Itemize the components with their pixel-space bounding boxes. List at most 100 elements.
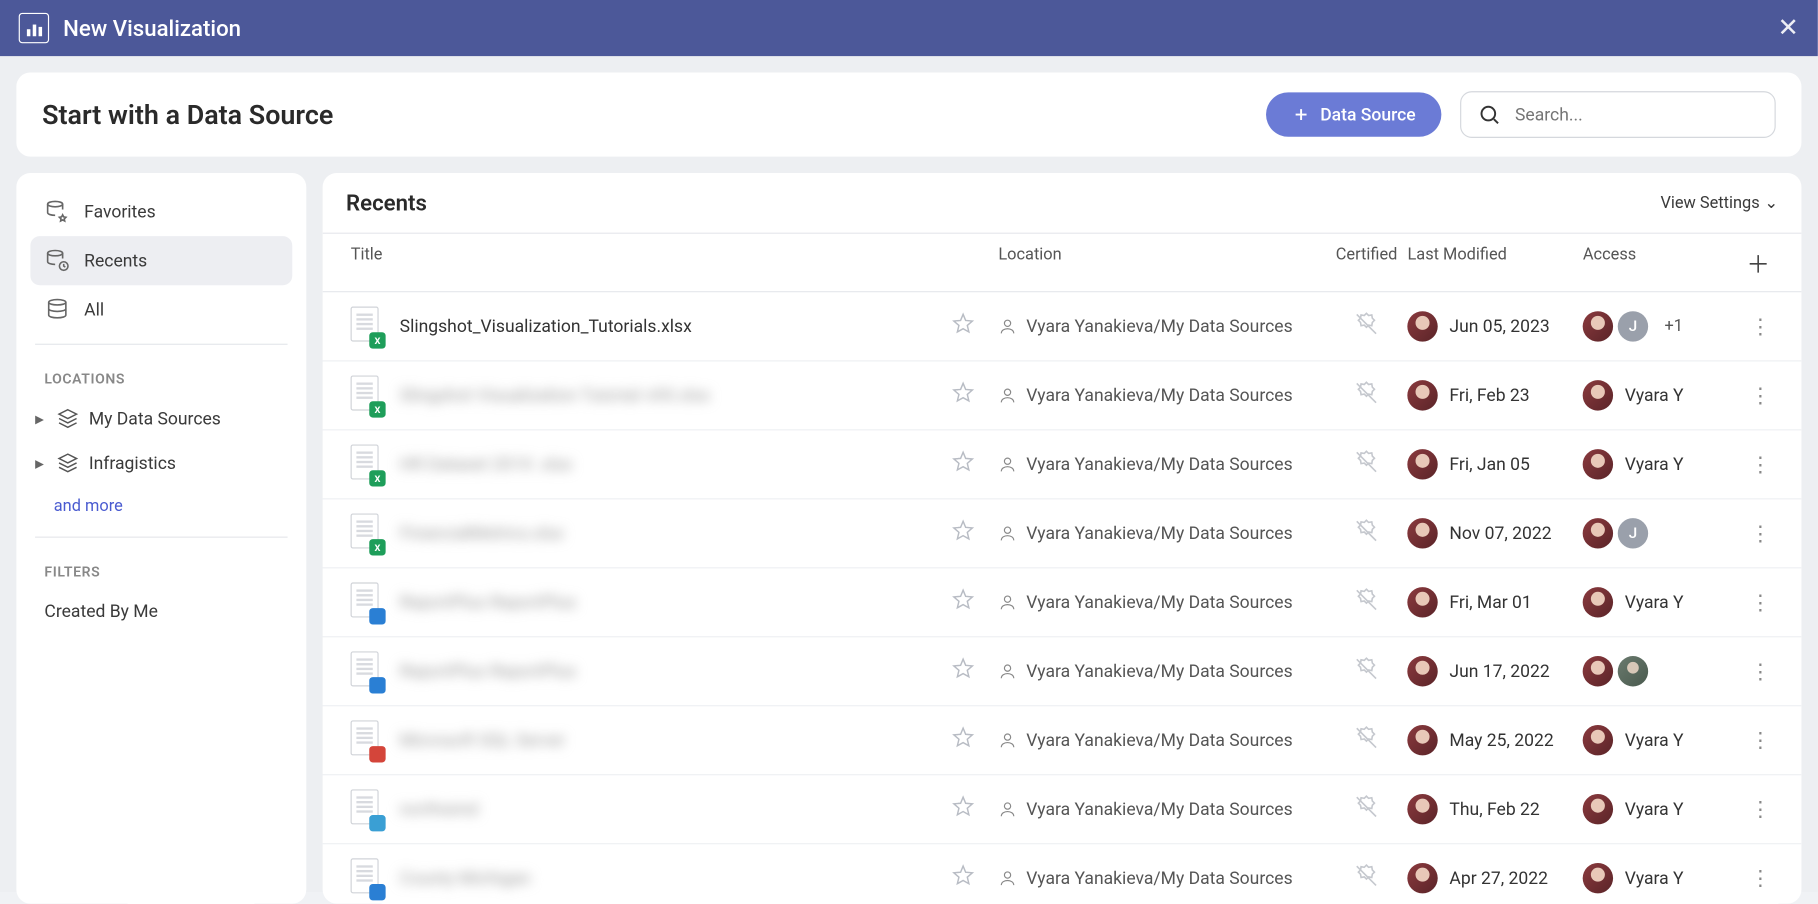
star-icon[interactable] [952, 795, 975, 818]
person-icon [998, 524, 1017, 543]
avatar [1407, 380, 1437, 410]
row-last-modified: Apr 27, 2022 [1407, 863, 1582, 893]
col-last-modified[interactable]: Last Modified [1407, 245, 1582, 279]
row-certified [1326, 587, 1408, 617]
table-row[interactable]: XFinancialMetrics.xlsxVyara Yanakieva/My… [323, 499, 1802, 568]
row-location: Vyara Yanakieva/My Data Sources [998, 316, 1325, 337]
file-name: HR Dataset 201X .xlsx [400, 454, 952, 475]
and-more-link[interactable]: and more [30, 485, 292, 527]
file-icon [351, 651, 384, 691]
row-access: Vyara Y [1583, 380, 1723, 410]
row-last-modified: Thu, Feb 22 [1407, 794, 1582, 824]
table-row[interactable]: XHR Dataset 201X .xlsxVyara Yanakieva/My… [323, 430, 1802, 499]
row-more-button[interactable]: ⋮ [1750, 866, 1770, 891]
avatar [1407, 863, 1437, 893]
star-icon[interactable] [952, 726, 975, 749]
file-icon [351, 720, 384, 760]
row-access: J+1 [1583, 311, 1723, 341]
table-row[interactable]: XSlingshot_Visualization_Tutorials.xlsxV… [323, 292, 1802, 361]
person-icon [998, 386, 1017, 405]
view-settings-label: View Settings [1660, 193, 1759, 212]
file-icon: X [351, 375, 384, 415]
col-location[interactable]: Location [998, 245, 1325, 279]
row-more-button[interactable]: ⋮ [1750, 590, 1770, 615]
search-input[interactable] [1515, 104, 1758, 125]
sidebar-recents-label: Recents [84, 250, 147, 271]
stack-icon [56, 451, 79, 474]
star-icon[interactable] [952, 381, 975, 404]
close-button[interactable]: ✕ [1778, 13, 1800, 42]
table-row[interactable]: Microsoft SQL ServerVyara Yanakieva/My D… [323, 706, 1802, 775]
star-icon[interactable] [952, 864, 975, 887]
file-name: ReportPlus ReportPlus [400, 660, 952, 681]
star-icon[interactable] [952, 450, 975, 473]
certified-off-icon [1354, 725, 1380, 751]
star-icon[interactable] [952, 519, 975, 542]
search-icon [1478, 103, 1501, 126]
sidebar-item-favorites[interactable]: Favorites [30, 187, 292, 236]
table-row[interactable]: ReportPlus ReportPlusVyara Yanakieva/My … [323, 637, 1802, 706]
sidebar-all-label: All [84, 299, 104, 320]
file-name: Microsoft SQL Server [400, 729, 952, 750]
row-last-modified: Fri, Jan 05 [1407, 449, 1582, 479]
star-icon[interactable] [952, 588, 975, 611]
row-certified [1326, 863, 1408, 893]
sidebar: Favorites Recents All LOCATIONS ▸ My Dat… [16, 173, 306, 904]
person-icon [998, 593, 1017, 612]
person-icon [998, 317, 1017, 336]
add-data-source-button[interactable]: Data Source [1266, 92, 1441, 136]
certified-off-icon [1354, 794, 1380, 820]
certified-off-icon [1354, 449, 1380, 475]
row-more-button[interactable]: ⋮ [1750, 797, 1770, 822]
col-certified[interactable]: Certified [1326, 245, 1408, 279]
file-icon: X [351, 444, 384, 484]
person-icon [998, 455, 1017, 474]
table-body: XSlingshot_Visualization_Tutorials.xlsxV… [323, 292, 1802, 903]
row-access: Vyara Y [1583, 449, 1723, 479]
table-row[interactable]: County MichiganVyara Yanakieva/My Data S… [323, 844, 1802, 904]
sidebar-item-recents[interactable]: Recents [30, 236, 292, 285]
row-location: Vyara Yanakieva/My Data Sources [998, 523, 1325, 544]
table-header: Title Location Certified Last Modified A… [323, 233, 1802, 293]
row-more-button[interactable]: ⋮ [1750, 452, 1770, 477]
avatar [1407, 449, 1437, 479]
person-icon [998, 869, 1017, 888]
row-more-button[interactable]: ⋮ [1750, 383, 1770, 408]
table-row[interactable]: northwindVyara Yanakieva/My Data Sources… [323, 775, 1802, 844]
tree-my-data-sources[interactable]: ▸ My Data Sources [30, 396, 292, 440]
col-access[interactable]: Access [1583, 245, 1723, 279]
file-name: ReportPlus ReportPlus [400, 592, 952, 613]
row-access: Vyara Y [1583, 863, 1723, 893]
search-box[interactable] [1460, 91, 1776, 138]
filter-created-by-me[interactable]: Created By Me [30, 589, 292, 633]
row-last-modified: Jun 05, 2023 [1407, 311, 1582, 341]
row-more-button[interactable]: ⋮ [1750, 314, 1770, 339]
row-certified [1326, 380, 1408, 410]
row-more-button[interactable]: ⋮ [1750, 659, 1770, 684]
avatar [1407, 311, 1437, 341]
file-icon [351, 582, 384, 622]
row-certified [1326, 449, 1408, 479]
divider [35, 344, 288, 345]
main-title: Recents [346, 189, 427, 216]
col-title[interactable]: Title [346, 245, 952, 279]
row-last-modified: May 25, 2022 [1407, 725, 1582, 755]
row-more-button[interactable]: ⋮ [1750, 728, 1770, 753]
file-name: Slingshot Visualization Tutorial vXX.xls… [400, 385, 952, 406]
tree-infragistics[interactable]: ▸ Infragistics [30, 441, 292, 485]
row-last-modified: Fri, Feb 23 [1407, 380, 1582, 410]
row-more-button[interactable]: ⋮ [1750, 521, 1770, 546]
table-row[interactable]: X Slingshot Visualization Tutorial vXX.xl… [323, 361, 1802, 430]
main-panel: Recents View Settings ⌄ Title Location C… [323, 173, 1802, 904]
star-icon[interactable] [952, 312, 975, 335]
add-column-button[interactable]: ＋ [1746, 250, 1769, 278]
view-settings-button[interactable]: View Settings ⌄ [1660, 193, 1778, 212]
add-data-source-label: Data Source [1320, 104, 1415, 125]
sidebar-item-all[interactable]: All [30, 285, 292, 334]
row-last-modified: Nov 07, 2022 [1407, 518, 1582, 548]
table-row[interactable]: ReportPlus ReportPlusVyara Yanakieva/My … [323, 568, 1802, 637]
tree-infragistics-label: Infragistics [89, 452, 176, 473]
row-access: Vyara Y [1583, 794, 1723, 824]
star-icon[interactable] [952, 657, 975, 680]
row-access: Vyara Y [1583, 587, 1723, 617]
